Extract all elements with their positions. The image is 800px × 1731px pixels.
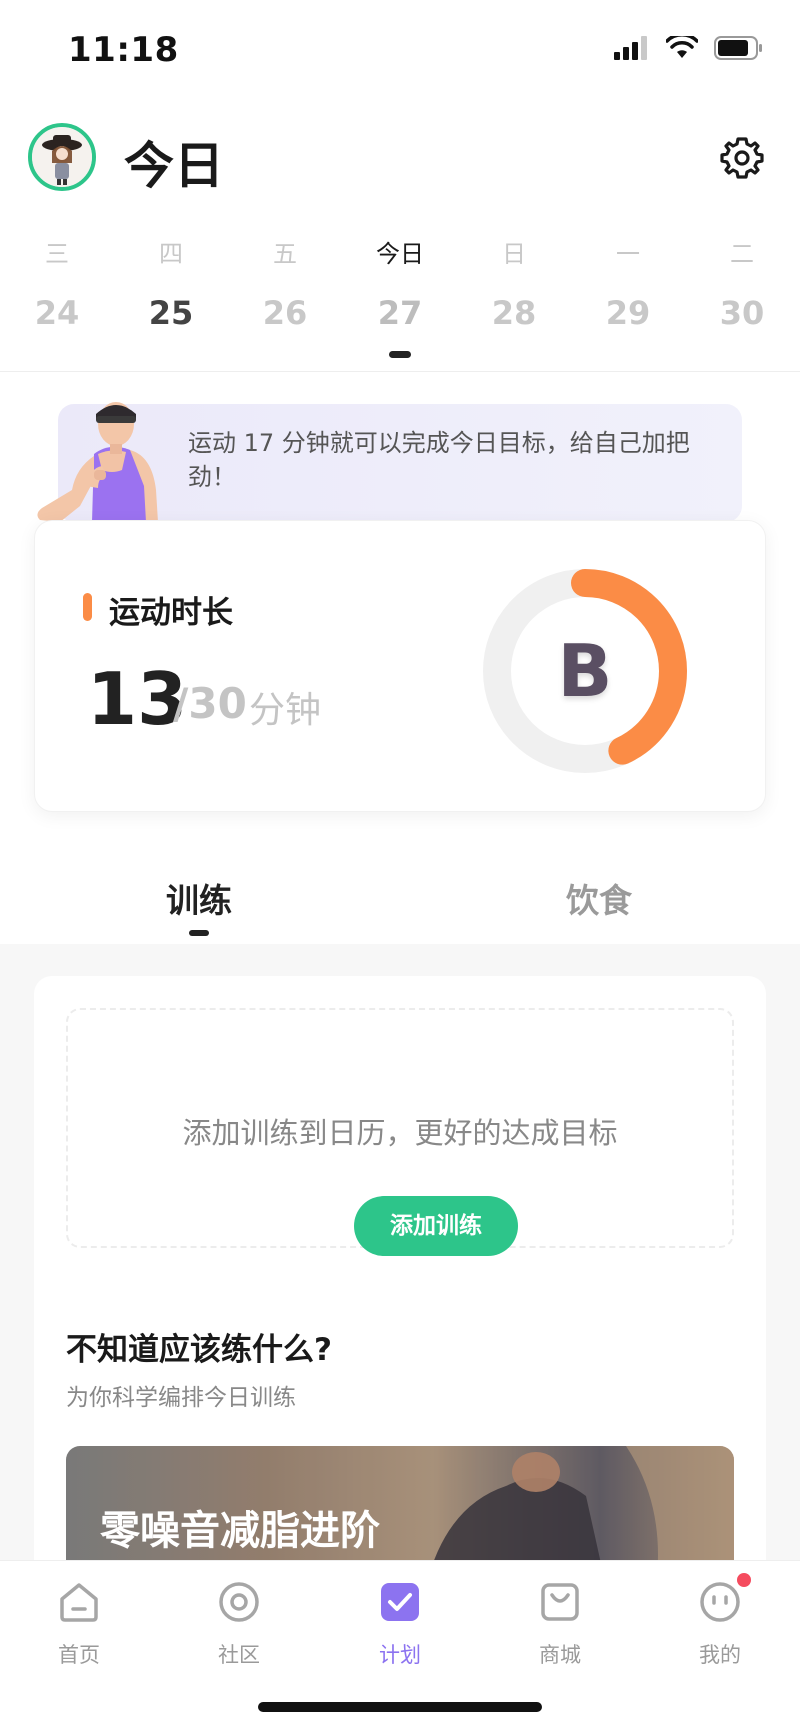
day-date: 28 <box>491 294 537 332</box>
goal-card[interactable]: 运动时长 13 /30 分钟 B <box>34 520 766 812</box>
add-training-button[interactable]: 添加训练 <box>354 1196 518 1256</box>
grade-badge: B <box>557 629 613 713</box>
profile-icon <box>700 1582 740 1622</box>
tab-indicator <box>189 930 209 936</box>
nav-label: 我的 <box>699 1643 741 1667</box>
home-indicator <box>258 1702 542 1712</box>
status-time: 11:18 <box>68 30 179 70</box>
nav-plan[interactable]: 计划 <box>345 1579 455 1669</box>
tip-text: 运动 17 分钟就可以完成今日目标，给自己加把劲！ <box>188 429 690 491</box>
page-title: 今日 <box>124 137 224 195</box>
tab-diet[interactable]: 饮食 <box>566 874 632 922</box>
plan-check-icon <box>381 1583 419 1621</box>
day-name: 四 <box>159 240 183 268</box>
training-card: 添加训练到日历，更好的达成目标 添加训练 不知道应该练什么? 为你科学编排今日训… <box>34 976 766 1586</box>
community-icon <box>219 1582 259 1622</box>
suggest-title: 不知道应该练什么? <box>66 1332 332 1368</box>
avatar-icon <box>32 127 92 187</box>
goal-label: 运动时长 <box>109 595 233 631</box>
program-title: 零噪音减脂进阶 <box>100 1508 380 1554</box>
nav-community[interactable]: 社区 <box>184 1579 294 1669</box>
day-wed[interactable]: 三 24 <box>2 236 112 332</box>
day-name: 五 <box>273 240 297 268</box>
plan-tabs: 训练 饮食 <box>0 860 800 944</box>
day-today[interactable]: 今日 27 <box>345 236 455 332</box>
goal-total: /30 <box>173 679 247 728</box>
header: 今日 <box>0 118 800 198</box>
day-name: 日 <box>502 240 526 268</box>
battery-icon <box>714 36 762 60</box>
nav-label: 商城 <box>539 1643 581 1667</box>
day-name: 今日 <box>376 240 424 268</box>
status-icons <box>614 36 764 60</box>
day-name: 一 <box>616 240 640 268</box>
nav-label: 计划 <box>379 1643 421 1667</box>
day-name: 三 <box>45 240 69 268</box>
day-mon[interactable]: 一 29 <box>573 236 683 332</box>
day-thu[interactable]: 四 25 <box>116 236 226 332</box>
notification-dot <box>737 1573 751 1587</box>
wifi-icon <box>666 36 698 58</box>
goal-unit: 分钟 <box>249 690 322 731</box>
status-bar: 11:18 <box>0 0 800 100</box>
empty-training-box: 添加训练到日历，更好的达成目标 添加训练 <box>66 1008 734 1256</box>
day-date: 30 <box>719 294 765 332</box>
day-name: 二 <box>730 240 754 268</box>
nav-label: 社区 <box>218 1643 260 1667</box>
suggest-subtitle: 为你科学编排今日训练 <box>66 1385 296 1411</box>
week-strip: 三 24 四 25 五 26 今日 27 日 28 一 29 二 30 <box>0 236 800 356</box>
avatar[interactable] <box>28 123 96 191</box>
home-icon <box>60 1583 98 1622</box>
gear-icon[interactable] <box>720 136 764 180</box>
day-sun[interactable]: 日 28 <box>459 236 569 332</box>
day-date: 25 <box>148 294 194 332</box>
day-date: 29 <box>605 294 651 332</box>
nav-shop[interactable]: 商城 <box>505 1579 615 1669</box>
day-tue[interactable]: 二 30 <box>687 236 797 332</box>
signal-icon <box>614 36 647 60</box>
nav-label: 首页 <box>58 1643 100 1667</box>
day-date: 26 <box>262 294 308 332</box>
nav-home[interactable]: 首页 <box>24 1579 134 1669</box>
tab-training[interactable]: 训练 <box>166 874 232 922</box>
coach-mascot-icon <box>37 402 158 522</box>
day-date: 24 <box>34 294 80 332</box>
day-date: 27 <box>377 294 423 332</box>
shop-bag-icon <box>541 1583 579 1621</box>
empty-text: 添加训练到日历，更好的达成目标 <box>182 1116 618 1150</box>
nav-profile[interactable]: 我的 <box>665 1573 775 1669</box>
goal-accent-bar <box>83 593 92 621</box>
day-fri[interactable]: 五 26 <box>230 236 340 332</box>
today-marker <box>389 351 411 358</box>
